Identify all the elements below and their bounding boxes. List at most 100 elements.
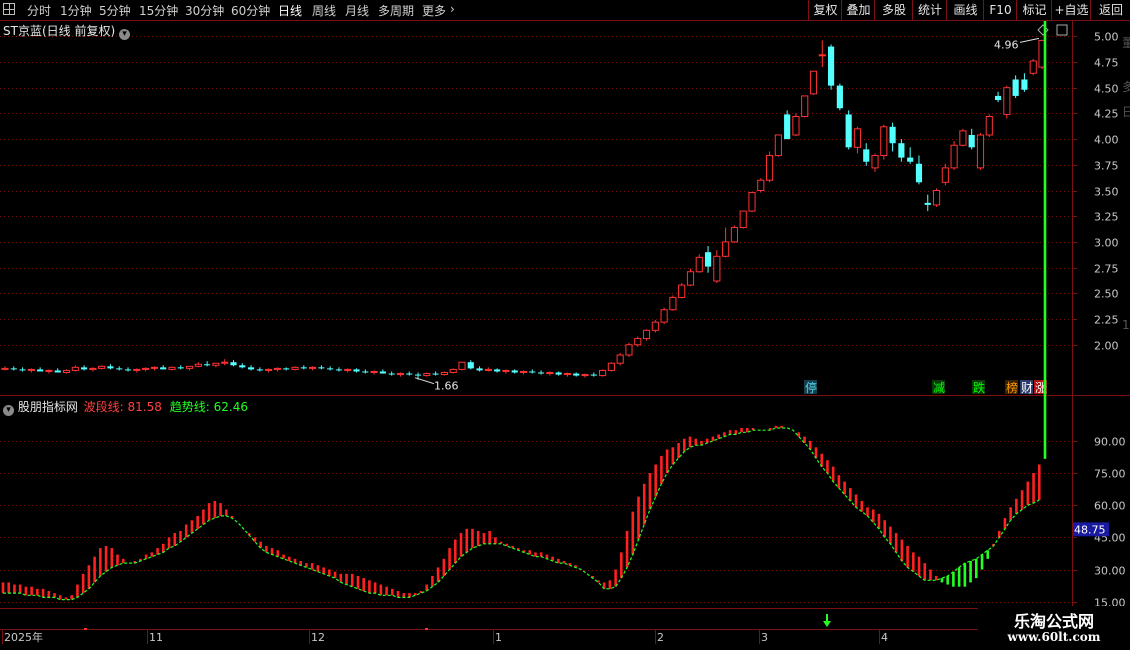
candle-body	[563, 373, 572, 376]
candle-body	[616, 354, 624, 364]
candle-body	[10, 368, 17, 370]
candle-body	[792, 115, 800, 136]
candle-body	[836, 85, 843, 109]
toolbar-button-7[interactable]: +自选	[1051, 0, 1091, 20]
candle-body	[327, 368, 334, 370]
candle-body	[432, 373, 439, 375]
candle-body	[45, 369, 53, 372]
toolbar-button-4[interactable]: 画线	[946, 0, 984, 20]
toolbar-button-3[interactable]: 统计	[912, 0, 947, 20]
watermark-url: www.60lt.com	[1007, 630, 1101, 644]
x-axis-label: 11	[149, 631, 163, 644]
toolbar-button-1[interactable]: 叠加	[841, 0, 875, 20]
x-axis-label: 1	[495, 631, 502, 644]
candle-body	[1003, 87, 1011, 115]
period-tab-10[interactable]: 更多	[422, 2, 446, 19]
candle-body	[599, 369, 607, 377]
period-tab-7[interactable]: 周线	[312, 2, 336, 19]
candle-body	[669, 296, 677, 311]
toolbar-button-2[interactable]: 多股	[874, 0, 913, 20]
price-tick-label: 4.75	[1094, 57, 1119, 70]
candle-body	[924, 202, 931, 205]
period-tab-3[interactable]: 15分钟	[139, 2, 178, 19]
candle-body	[713, 255, 721, 282]
candle-body	[590, 374, 597, 376]
candle-body	[880, 126, 888, 157]
period-tab-8[interactable]: 月线	[345, 2, 369, 19]
candle-body	[555, 372, 562, 375]
candle-body	[265, 368, 273, 371]
price-tick-label: 3.75	[1094, 160, 1119, 173]
candle-body	[54, 370, 61, 373]
candle-body	[898, 143, 905, 158]
candle-body	[62, 369, 71, 373]
candle-body	[168, 366, 176, 370]
period-tab-1[interactable]: 1分钟	[60, 2, 92, 19]
price-tick-label: 2.50	[1094, 288, 1119, 301]
period-tab-0[interactable]: 分时	[27, 2, 51, 19]
candle-body	[739, 210, 747, 229]
candle-body	[1029, 60, 1037, 74]
candle-body	[529, 371, 536, 373]
candle-body	[484, 368, 492, 371]
candle-body	[950, 144, 958, 169]
chevron-down-icon[interactable]: ▾	[118, 29, 130, 40]
diamond-icon	[1037, 24, 1049, 36]
toolbar-button-0[interactable]: 复权	[808, 0, 842, 20]
price-tick-label: 4.25	[1094, 108, 1119, 121]
candle-body	[845, 114, 852, 148]
candle-body	[423, 373, 431, 377]
indicator-tick-label: 30.00	[1094, 565, 1126, 578]
candle-body	[370, 370, 378, 373]
top-toolbar: 分时 1分钟 5分钟 15分钟 30分钟 60分钟 日线 周线 月线 多周期 更多 › 复权 叠加 多股 统计…	[0, 0, 1130, 21]
candle-body	[642, 329, 651, 340]
candle-body	[142, 367, 150, 370]
candle-body	[1012, 79, 1019, 96]
candle-body	[107, 366, 114, 369]
candle-body	[915, 163, 923, 183]
candle-body	[625, 344, 633, 356]
event-tag: 停	[805, 380, 817, 395]
price-tick-label: 2.25	[1094, 314, 1119, 327]
candle-body	[318, 367, 325, 369]
candle-body	[722, 241, 730, 257]
period-tab-6[interactable]: 日线	[278, 2, 302, 19]
candle-body	[889, 126, 896, 144]
candle-body	[239, 365, 246, 368]
stock-title-bar[interactable]: ST京蓝(日线 前复权) ▾	[3, 22, 130, 40]
low-price-label: 1.66	[434, 380, 459, 393]
candle-body	[440, 371, 448, 376]
watermark-title: 乐淘公式网	[1013, 612, 1094, 631]
period-tab-9[interactable]: 多周期	[378, 2, 414, 19]
period-tab-2[interactable]: 5分钟	[99, 2, 131, 19]
chevron-down-icon[interactable]: ▾	[3, 405, 14, 416]
toolbar-button-5[interactable]: F10	[983, 0, 1017, 20]
candle-body	[976, 134, 985, 169]
candle-body	[204, 364, 211, 366]
bottom-marker	[425, 628, 428, 630]
candle-body	[502, 369, 510, 372]
candle-body	[396, 373, 405, 376]
more-chevron-icon[interactable]: ›	[450, 2, 455, 16]
candle-body	[379, 371, 386, 374]
candle-body	[818, 54, 826, 57]
candle-body	[300, 367, 307, 369]
indicator-title-bar[interactable]: ▾ 股朋指标网 波段线: 81.58 趋势线: 62.46	[3, 398, 248, 416]
period-tab-5[interactable]: 60分钟	[231, 2, 270, 19]
event-tag: 财	[1021, 381, 1033, 395]
stock-title: ST京蓝(日线 前复权)	[3, 24, 116, 38]
event-tag: 跌	[973, 380, 985, 395]
toolbar-button-8[interactable]: 返回	[1090, 0, 1130, 20]
candle-body	[414, 374, 422, 376]
right-edge-text: 日	[1122, 105, 1130, 119]
grid-icon[interactable]	[3, 3, 15, 15]
chart-canvas[interactable]: 5.00 4.75 4.50 4.25 4.00 3.75 3.50 3.25 3.00 2.75…	[0, 21, 1130, 650]
x-axis-label: 12	[311, 631, 325, 644]
candle-body	[573, 373, 580, 376]
candle-body	[494, 369, 501, 372]
candle-body	[1, 367, 9, 370]
toolbar-button-6[interactable]: 标记	[1016, 0, 1052, 20]
candle-body	[686, 271, 695, 286]
candle-body	[467, 362, 474, 369]
period-tab-4[interactable]: 30分钟	[185, 2, 224, 19]
